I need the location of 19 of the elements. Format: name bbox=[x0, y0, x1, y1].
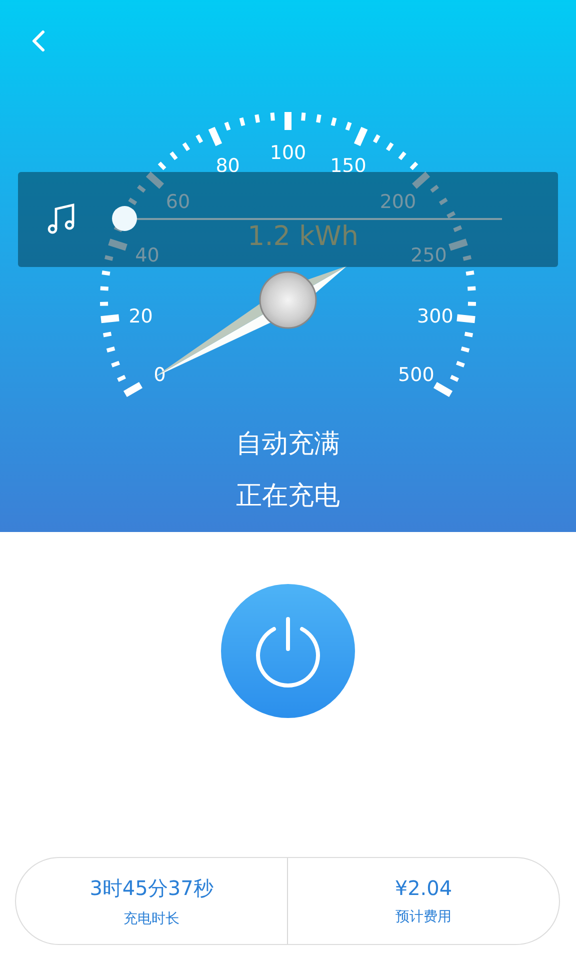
energy-reading: 1.2 kWh bbox=[248, 221, 358, 252]
gauge-label: 60 bbox=[166, 190, 190, 213]
stat-value: ¥2.04 bbox=[394, 876, 452, 900]
gauge-label: 40 bbox=[135, 244, 160, 266]
gauge-label: 150 bbox=[330, 154, 366, 177]
stat-label: 充电时长 bbox=[124, 910, 180, 928]
stat-label: 预计费用 bbox=[396, 908, 452, 926]
slider-thumb[interactable] bbox=[112, 206, 137, 231]
stat-value: 3时45分37秒 bbox=[90, 874, 214, 902]
status-text: 自动充满 bbox=[236, 428, 340, 460]
gauge-label: 200 bbox=[380, 190, 416, 213]
gauge-label: 300 bbox=[417, 305, 454, 328]
needle-knob bbox=[259, 271, 317, 329]
gauge-label: 80 bbox=[216, 154, 240, 177]
gauge-label: 100 bbox=[270, 142, 306, 164]
gauge-label: 250 bbox=[410, 244, 447, 266]
gauge-label: 500 bbox=[398, 364, 434, 386]
gauge-label: 20 bbox=[128, 305, 153, 328]
status-text: 正在充电 bbox=[236, 480, 340, 512]
